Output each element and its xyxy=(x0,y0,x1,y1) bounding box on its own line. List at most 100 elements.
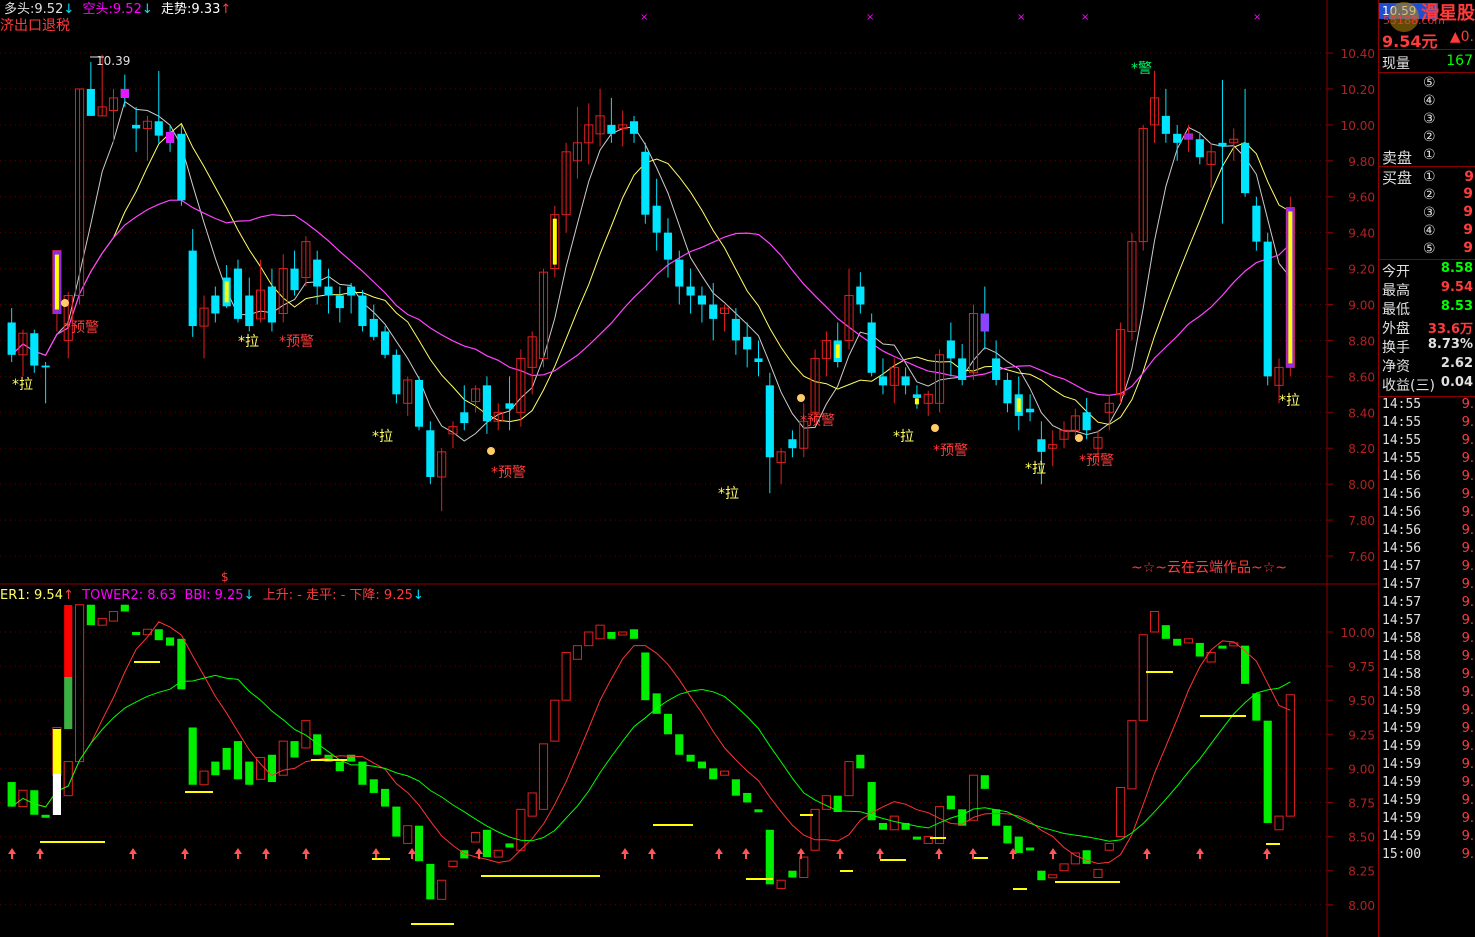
tick-row[interactable]: 14:57 9. xyxy=(1379,577,1475,595)
tick-row[interactable]: 14:56 9. xyxy=(1379,469,1475,487)
tower-bar xyxy=(1026,847,1035,851)
tick-row[interactable]: 14:59 9. xyxy=(1379,703,1475,721)
sub-axis-label: 9.50 xyxy=(1348,694,1375,708)
tick-time: 14:57 xyxy=(1382,559,1422,574)
chart-area[interactable]: 10.40 10.20 10.00 9.80 9.60 9.40 9.20 9.00 8.80 8… xyxy=(0,0,1378,937)
signal-label: *预警 xyxy=(279,334,314,350)
candle-body xyxy=(1252,205,1261,242)
tower-bar xyxy=(754,809,763,813)
tick-row[interactable]: 14:57 9. xyxy=(1379,595,1475,613)
tower-bar xyxy=(7,782,16,807)
tick-price: 9. xyxy=(1461,757,1474,772)
buy-arrow-icon xyxy=(408,848,416,859)
tower-bar xyxy=(1059,863,1069,872)
tick-price: 9. xyxy=(1461,739,1474,754)
buy-arrow-icon xyxy=(8,848,16,859)
tower-bar xyxy=(437,879,447,900)
tower-bar xyxy=(776,879,786,889)
candle-body xyxy=(41,365,50,368)
tick-row[interactable]: 14:56 9. xyxy=(1379,505,1475,523)
tower-bar xyxy=(1014,836,1023,853)
tick-row[interactable]: 14:55 9. xyxy=(1379,433,1475,451)
buy-order-row: ④9 xyxy=(1379,222,1475,240)
tick-price: 9. xyxy=(1461,505,1474,520)
tick-row[interactable]: 14:59 9. xyxy=(1379,811,1475,829)
tick-row[interactable]: 14:59 9. xyxy=(1379,721,1475,739)
candle-body xyxy=(754,358,763,362)
tower-bar xyxy=(1274,815,1284,831)
candle-body xyxy=(878,376,888,386)
tower-bar xyxy=(731,779,740,796)
tick-row[interactable]: 14:56 9. xyxy=(1379,523,1475,541)
tower-bar xyxy=(290,741,299,758)
tick-price: 9. xyxy=(1461,595,1474,610)
signal-label: *警 xyxy=(1131,61,1152,77)
ma5-line xyxy=(11,100,1291,442)
signal-label: *拉 xyxy=(12,377,33,393)
candle-body xyxy=(912,394,921,398)
tick-time: 14:59 xyxy=(1382,703,1422,718)
top-marker-icon: × xyxy=(866,12,874,23)
tower-bar xyxy=(527,792,537,817)
highlight-bar xyxy=(120,88,129,98)
tower-bar xyxy=(482,829,491,858)
tick-price: 9. xyxy=(1461,811,1474,826)
tick-price: 9. xyxy=(1461,685,1474,700)
signal-label: *预警 xyxy=(64,320,99,336)
tick-row[interactable]: 14:55 9. xyxy=(1379,451,1475,469)
tick-time: 14:59 xyxy=(1382,829,1422,844)
tick-row[interactable]: 14:58 9. xyxy=(1379,667,1475,685)
candle-body xyxy=(154,121,163,136)
tick-row[interactable]: 14:58 9. xyxy=(1379,649,1475,667)
tower-bar xyxy=(1070,852,1080,865)
divider xyxy=(1379,49,1475,50)
tick-row[interactable]: 14:59 9. xyxy=(1379,739,1475,757)
buy-order-row: ②9 xyxy=(1379,186,1475,204)
tick-row[interactable]: 14:59 9. xyxy=(1379,793,1475,811)
buy-arrow-icon xyxy=(181,848,189,859)
signal-stripe xyxy=(552,218,557,265)
tick-row[interactable]: 14:55 9. xyxy=(1379,415,1475,433)
tower-bar xyxy=(1037,870,1046,881)
buy-arrow-icon xyxy=(372,848,380,859)
tower-bar xyxy=(719,770,730,776)
tick-time: 14:59 xyxy=(1382,721,1422,736)
tower-bar xyxy=(120,604,129,612)
tick-row[interactable]: 14:59 9. xyxy=(1379,757,1475,775)
tick-row[interactable]: 14:59 9. xyxy=(1379,775,1475,793)
tick-row[interactable]: 15:00 9. xyxy=(1379,847,1475,865)
tick-row[interactable]: 14:57 9. xyxy=(1379,559,1475,577)
tower-bar xyxy=(889,815,899,831)
tick-row[interactable]: 14:56 9. xyxy=(1379,487,1475,505)
tick-time: 14:57 xyxy=(1382,613,1422,628)
tick-time: 14:55 xyxy=(1382,397,1422,412)
tower-bar xyxy=(41,814,50,818)
tower-bar xyxy=(584,631,594,647)
signal-stripe xyxy=(914,398,919,405)
tower-bar xyxy=(154,629,163,641)
price-axis-label: 8.60 xyxy=(1348,370,1375,384)
candle-body xyxy=(731,318,740,341)
stat-value: 8.58 xyxy=(1440,261,1473,276)
tower-bar xyxy=(686,754,695,762)
candle-body xyxy=(946,340,955,359)
tower-bar xyxy=(980,775,989,789)
tick-row[interactable]: 14:57 9. xyxy=(1379,613,1475,631)
trend-values: 上升: - 走平: - 下降: 9.25 xyxy=(262,588,413,603)
tick-price: 9. xyxy=(1461,793,1474,808)
tick-row[interactable]: 14:56 9. xyxy=(1379,541,1475,559)
tick-row[interactable]: 14:58 9. xyxy=(1379,631,1475,649)
tick-row[interactable]: 14:59 9. xyxy=(1379,829,1475,847)
tower-bar xyxy=(1263,720,1272,823)
tick-row[interactable]: 14:55 9. xyxy=(1379,397,1475,415)
kline-chart[interactable]: 10.40 10.20 10.00 9.80 9.60 9.40 9.20 9.00 8.80 8… xyxy=(0,0,1378,937)
tower-bar xyxy=(1161,625,1170,639)
tick-price: 9. xyxy=(1461,451,1474,466)
tick-price: 9. xyxy=(1461,415,1474,430)
price-axis-label: 9.00 xyxy=(1348,299,1375,313)
candle-body xyxy=(324,286,333,296)
candle-body xyxy=(765,385,774,458)
candle-body xyxy=(233,268,243,319)
tick-row[interactable]: 14:58 9. xyxy=(1379,685,1475,703)
buy-arrow-icon xyxy=(715,848,723,859)
